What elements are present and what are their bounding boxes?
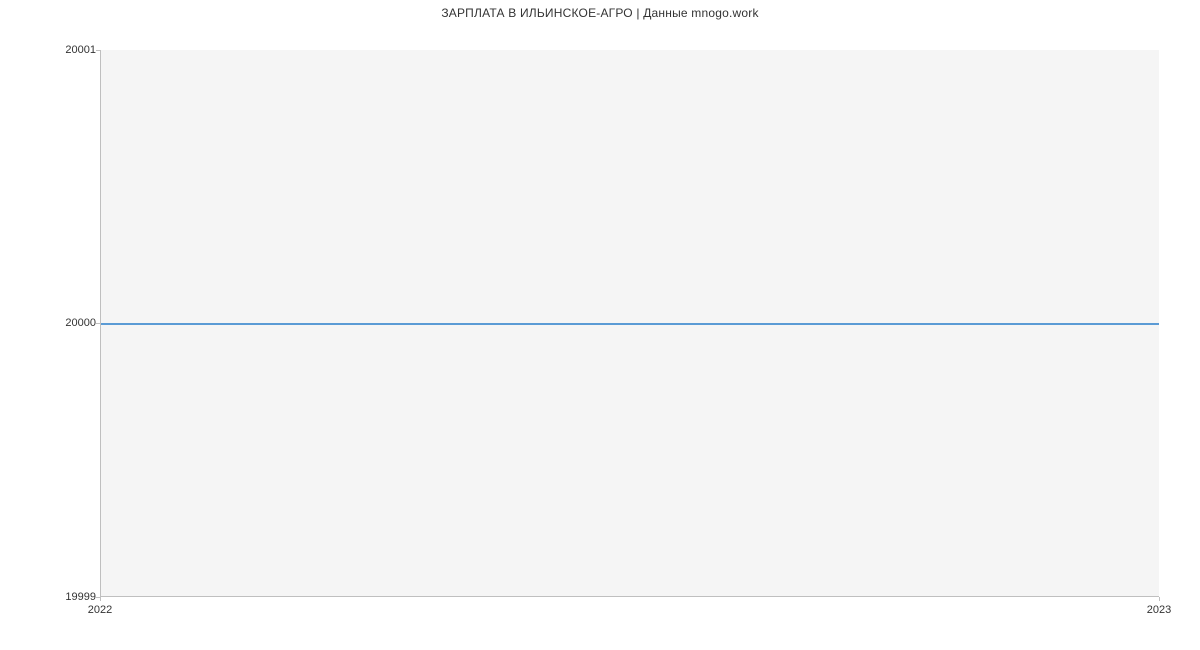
y-tick-label: 20001: [65, 44, 96, 56]
x-tick-label: 2023: [1147, 604, 1171, 616]
x-tick-label: 2022: [88, 604, 112, 616]
x-tick-mark: [1159, 597, 1160, 601]
data-line: [101, 323, 1159, 325]
chart-title: ЗАРПЛАТА В ИЛЬИНСКОЕ-АГРО | Данные mnogo…: [0, 6, 1200, 20]
chart-container: ЗАРПЛАТА В ИЛЬИНСКОЕ-АГРО | Данные mnogo…: [0, 0, 1200, 650]
x-tick-mark: [100, 597, 101, 601]
y-tick-label: 20000: [65, 317, 96, 329]
plot-area: [100, 50, 1159, 597]
y-tick-label: 19999: [65, 591, 96, 603]
